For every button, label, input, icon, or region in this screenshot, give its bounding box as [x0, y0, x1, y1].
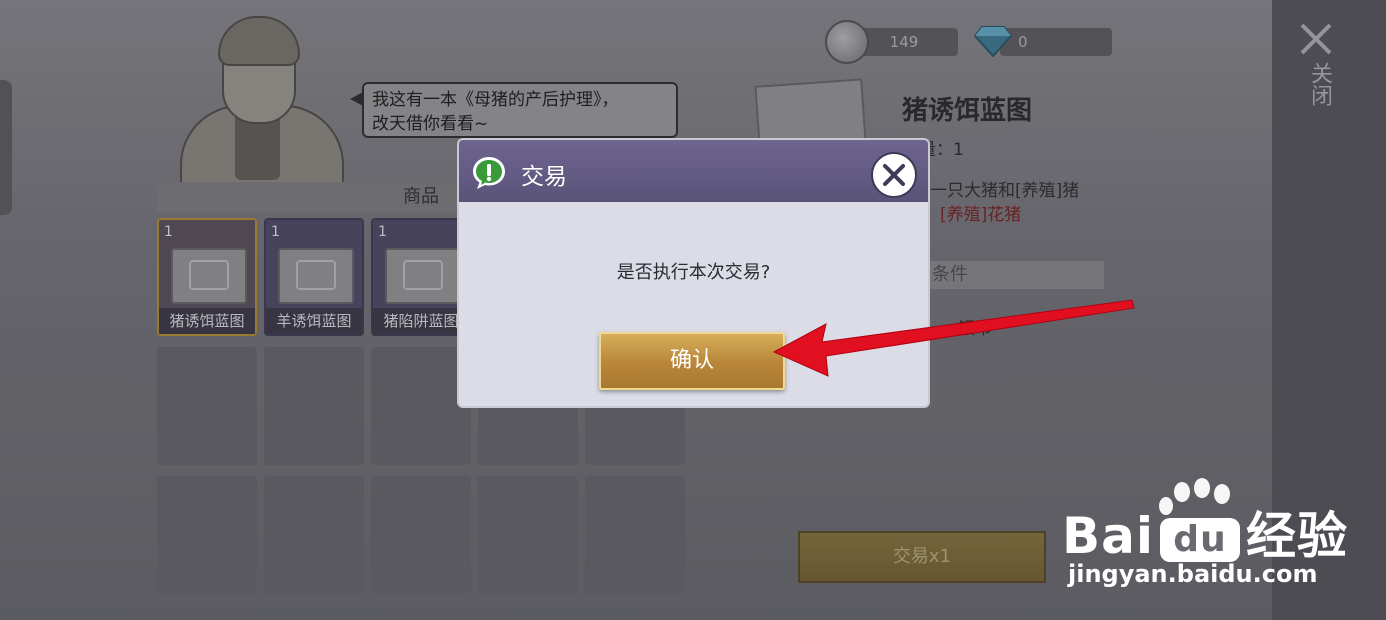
red-arrow-annotation	[772, 299, 1135, 377]
watermark-brand: Bai	[1062, 507, 1154, 565]
confirm-button[interactable]: 确认	[599, 332, 785, 390]
exclamation-icon	[473, 157, 505, 189]
watermark-suffix: 经验	[1246, 507, 1348, 565]
dialog-close-button[interactable]	[871, 152, 917, 198]
baidu-watermark: Bai du 经验	[1062, 496, 1348, 568]
watermark-url: jingyan.baidu.com	[1068, 560, 1318, 588]
close-icon	[883, 164, 905, 186]
du-badge: du	[1160, 517, 1240, 562]
dialog-title: 交易	[521, 164, 567, 190]
dialog-message: 是否执行本次交易?	[616, 262, 771, 283]
